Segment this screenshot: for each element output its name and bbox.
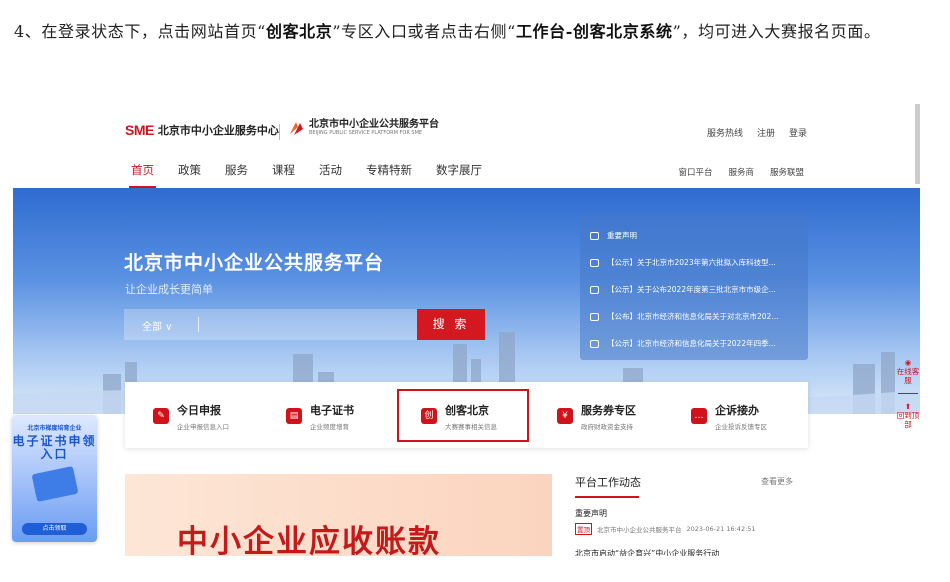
banner-title: 北京市中小企业公共服务平台 — [124, 252, 385, 274]
news-more-link[interactable]: 查看更多 — [761, 476, 793, 487]
card-name: 今日申报 — [177, 403, 221, 417]
nav-home[interactable]: 首页 — [129, 162, 156, 188]
notice-text: 重要声明 — [607, 231, 637, 240]
pinned-badge: 置顶 — [575, 523, 592, 535]
online-service-label: 在线客服 — [896, 367, 920, 385]
arrow-up-icon: ⬆ — [904, 402, 912, 411]
news-date: 2023-06-21 16:42:51 — [686, 525, 756, 533]
card-name: 企诉接办 — [715, 403, 759, 417]
logo2-en: BEIJING PUBLIC SERVICE PLATFORM FOR SME — [309, 130, 423, 136]
eye-icon: ◉ — [904, 358, 912, 367]
nav-activity[interactable]: 活动 — [319, 162, 342, 178]
receivables-title: 中小企业应收账款 — [177, 524, 441, 556]
register-link[interactable]: 注册 — [757, 126, 775, 139]
nav-digital-hall[interactable]: 数字展厅 — [436, 162, 482, 178]
text-suffix: ”，均可进入大赛报名页面。 — [672, 22, 881, 41]
hero-banner: 北京市中小企业公共服务平台 让企业成长更简单 全部 ∨ 搜 索 重要声明 【公示… — [13, 188, 920, 429]
notice-text: 【公示】关于北京市2023年第六批拟入库科技型... — [607, 258, 776, 267]
card-name: 服务券专区 — [581, 403, 636, 417]
message-icon — [590, 312, 599, 321]
notice-item[interactable]: 【公示】关于北京市2023年第六批拟入库科技型... — [590, 249, 798, 276]
promo-claim-button[interactable]: 点击领取 — [22, 523, 87, 535]
notice-item[interactable]: 重要声明 — [590, 222, 798, 249]
message-icon — [590, 339, 599, 348]
message-icon — [590, 231, 599, 240]
banner-subtitle: 让企业成长更简单 — [125, 283, 213, 296]
back-to-top-label: 回到顶部 — [896, 411, 920, 429]
card-name: 电子证书 — [310, 403, 354, 417]
pencil-icon: ✎ — [153, 408, 169, 424]
platform-logo-icon — [290, 122, 303, 135]
text-prefix: 4、在登录状态下，点击网站首页“ — [14, 22, 266, 41]
highlight-box — [397, 389, 529, 442]
main-nav: 首页 政策 服务 课程 活动 专精特新 数字展厅 — [129, 162, 506, 188]
nav-right: 窗口平台 服务商 服务联盟 — [678, 166, 804, 178]
card-desc: 企业投诉反馈专区 — [715, 422, 767, 431]
message-icon — [590, 258, 599, 267]
login-link[interactable]: 登录 — [789, 126, 807, 139]
nav-course[interactable]: 课程 — [272, 162, 295, 178]
side-float-bar: ◉ 在线客服 ⬆ 回到顶部 — [896, 358, 920, 429]
site-header: SME 北京市中小企业服务中心 北京市中小企业公共服务平台 BEIJING PU… — [13, 104, 920, 188]
card-service-voucher[interactable]: ¥ 服务券专区政府财政资金支持 — [543, 396, 661, 436]
logo-sme-center[interactable]: SME 北京市中小企业服务中心 — [125, 122, 279, 138]
news-item[interactable]: 重要声明 — [575, 508, 805, 519]
nav-service[interactable]: 服务 — [225, 162, 248, 178]
card-desc: 企业申报信息入口 — [177, 422, 229, 431]
hotline-link[interactable]: 服务热线 — [707, 126, 743, 139]
online-service-button[interactable]: ◉ 在线客服 — [896, 358, 920, 385]
scrollbar[interactable] — [915, 104, 920, 184]
news-source: 北京市中小企业公共服务平台 — [597, 526, 682, 534]
logo2-cn: 北京市中小企业公共服务平台 — [309, 119, 439, 130]
card-desc: 企业频度增育 — [310, 422, 349, 431]
notice-item[interactable]: 【公布】北京市经济和信息化局关于对北京市202... — [590, 303, 798, 330]
certificate-icon: ▤ — [286, 408, 302, 424]
e-certificate-promo[interactable]: 北京市梯度培育企业 电子证书申领入口 点击领取 — [12, 415, 97, 542]
float-divider — [898, 393, 918, 394]
nav-policy[interactable]: 政策 — [178, 162, 201, 178]
card-illustration-icon — [31, 465, 79, 503]
nav-specialized[interactable]: 专精特新 — [366, 162, 412, 178]
message-icon — [590, 285, 599, 294]
promo-line2: 电子证书申领入口 — [12, 434, 97, 461]
card-desc: 政府财政资金支持 — [581, 422, 633, 431]
chat-icon: … — [691, 408, 707, 424]
window-platform-link[interactable]: 窗口平台 — [678, 166, 712, 178]
notice-item[interactable]: 【公示】关于公布2022年度第三批北京市市级企... — [590, 276, 798, 303]
notice-text: 【公示】关于公布2022年度第三批北京市市级企... — [607, 285, 776, 294]
receivables-banner[interactable]: 中小企业应收账款 — [125, 474, 552, 556]
sme-logo-mark: SME — [125, 122, 154, 138]
text-mid: ”专区入口或者点击右侧“ — [332, 22, 516, 41]
search-input[interactable]: 全部 ∨ — [124, 309, 417, 340]
notice-item[interactable]: 【公示】北京市经济和信息化局关于2022年四季... — [590, 330, 798, 357]
card-complaint[interactable]: … 企诉接办企业投诉反馈专区 — [677, 396, 795, 436]
news-item[interactable]: 北京市启动“益企育兴”中小企业服务行动 — [575, 548, 805, 556]
website-screenshot: SME 北京市中小企业服务中心 北京市中小企业公共服务平台 BEIJING PU… — [13, 104, 920, 556]
search-cursor — [198, 317, 199, 332]
notice-text: 【公布】北京市经济和信息化局关于对北京市202... — [607, 312, 779, 321]
top-links: 服务热线 注册 登录 — [707, 126, 807, 139]
notice-panel: 重要声明 【公示】关于北京市2023年第六批拟入库科技型... 【公示】关于公布… — [580, 214, 808, 360]
instruction-paragraph: 4、在登录状态下，点击网站首页“创客北京”专区入口或者点击右侧“工作台-创客北京… — [14, 10, 940, 54]
logo-separator — [279, 124, 280, 140]
service-provider-link[interactable]: 服务商 — [728, 166, 754, 178]
logo1-text: 北京市中小企业服务中心 — [157, 124, 279, 137]
promo-line1: 北京市梯度培育企业 — [27, 425, 82, 432]
search-category-select[interactable]: 全部 ∨ — [142, 318, 173, 333]
search-button[interactable]: 搜 索 — [417, 309, 485, 340]
news-panel: 平台工作动态 查看更多 重要声明 置顶 北京市中小企业公共服务平台 2023-0… — [575, 474, 805, 556]
card-today-apply[interactable]: ✎ 今日申报企业申报信息入口 — [139, 396, 257, 436]
service-alliance-link[interactable]: 服务联盟 — [770, 166, 804, 178]
text-bold-chuangke: 创客北京 — [265, 22, 333, 41]
news-underline — [575, 496, 639, 498]
text-bold-workbench: 工作台-创客北京系统 — [515, 22, 673, 41]
notice-text: 【公示】北京市经济和信息化局关于2022年四季... — [607, 339, 776, 348]
card-e-certificate[interactable]: ▤ 电子证书企业频度增育 — [272, 396, 390, 436]
voucher-icon: ¥ — [557, 408, 573, 424]
news-meta: 置顶 北京市中小企业公共服务平台 2023-06-21 16:42:51 — [575, 523, 805, 535]
back-to-top-button[interactable]: ⬆ 回到顶部 — [896, 402, 920, 429]
logo-platform[interactable]: 北京市中小企业公共服务平台 BEIJING PUBLIC SERVICE PLA… — [288, 119, 439, 137]
